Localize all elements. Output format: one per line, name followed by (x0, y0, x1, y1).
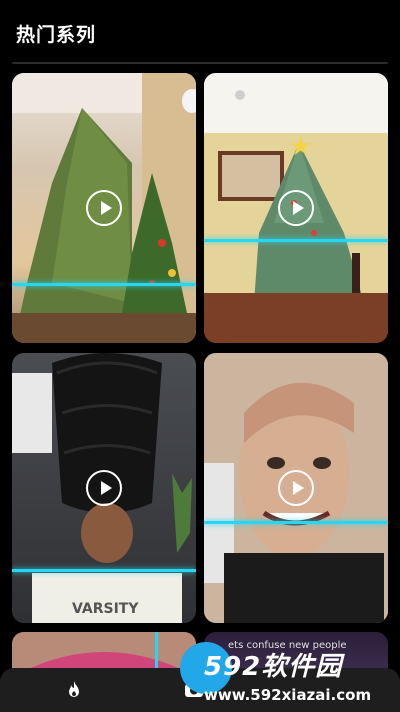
video-card[interactable] (204, 353, 388, 623)
video-thumbnail: VARSITY (12, 353, 196, 623)
play-icon[interactable] (86, 470, 122, 506)
svg-text:VARSITY: VARSITY (72, 601, 139, 617)
play-icon[interactable] (278, 190, 314, 226)
video-grid: ★ VARSITY ets confuse new people (0, 0, 400, 712)
scan-line (204, 239, 388, 242)
watermark: 592软件园 www.592xiazai.com (180, 630, 400, 712)
scan-line (12, 283, 196, 286)
video-card[interactable]: VARSITY (12, 353, 196, 623)
video-thumbnail: ★ (204, 73, 388, 343)
scan-line (12, 569, 196, 572)
play-icon[interactable] (86, 190, 122, 226)
watermark-url: www.592xiazai.com (204, 686, 372, 704)
svg-text:★: ★ (289, 132, 312, 162)
flame-icon[interactable] (62, 678, 86, 702)
video-card[interactable]: ★ (204, 73, 388, 343)
scan-line (204, 521, 388, 524)
video-card[interactable] (12, 73, 196, 343)
play-icon[interactable] (278, 470, 314, 506)
video-thumbnail (12, 73, 196, 343)
video-thumbnail (204, 353, 388, 623)
watermark-logo-text: 592软件园 (204, 652, 343, 682)
